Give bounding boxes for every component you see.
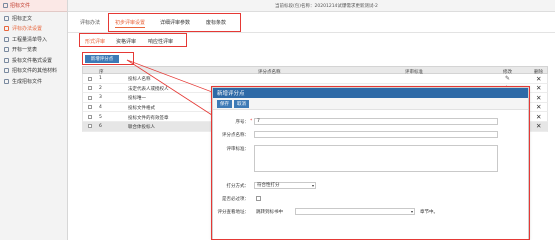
sidebar-item-label: 开标一览表 xyxy=(12,47,38,54)
row-no: 2 xyxy=(99,85,102,91)
required-mark: * xyxy=(250,119,253,124)
generate-icon xyxy=(4,78,9,84)
link-label: 评分查看地址： xyxy=(217,210,250,215)
import-icon xyxy=(4,36,9,42)
sidebar-item-label: 招标正文 xyxy=(12,15,33,22)
sidebar-item-label: 生成招标文件 xyxy=(12,78,43,85)
chapter-select[interactable]: ▾ xyxy=(295,208,415,215)
seq-label: 序号： xyxy=(235,120,250,125)
highlight-box xyxy=(79,33,187,47)
name-label: 评分点名称： xyxy=(222,133,249,138)
row-checkbox[interactable] xyxy=(88,105,92,110)
folder-icon xyxy=(3,3,8,8)
highlight-box xyxy=(82,52,134,65)
review-type-tabs: 形式评审 资格评审 响应性评审 xyxy=(68,33,555,48)
link-suffix-text: 章节中。 xyxy=(420,210,438,215)
close-icon[interactable]: ✕ xyxy=(536,94,541,102)
close-icon[interactable]: ✕ xyxy=(536,122,541,130)
sidebar-item-main-text[interactable]: 招标正文 xyxy=(0,13,67,24)
table-row[interactable]: 1 投标人名称 ✎ ✕ xyxy=(82,74,548,84)
row-checkbox[interactable] xyxy=(88,114,92,119)
pencil-icon[interactable]: ✎ xyxy=(505,75,510,82)
method-select[interactable]: 符合性打分 ▾ xyxy=(254,182,316,189)
required-item-label: 是否必过项： xyxy=(222,197,249,202)
row-name: 法定代表人或授权人 xyxy=(128,86,169,92)
sidebar-header-label: 招标文件 xyxy=(10,3,31,9)
sidebar-header[interactable]: 招标文件 xyxy=(0,0,67,12)
highlight-box xyxy=(108,13,241,32)
row-name: 投标人名称 xyxy=(128,77,151,83)
sidebar-item-label: 评标办法设置 xyxy=(12,26,43,33)
row-checkbox[interactable] xyxy=(88,76,92,81)
dialog-title: 新增评分点 xyxy=(213,88,528,98)
sidebar-item-label: 招标文件的其他材料 xyxy=(12,68,58,75)
seq-input[interactable]: 7 xyxy=(254,118,498,125)
sidebar-item-opening-summary[interactable]: 开标一览表 xyxy=(0,45,67,56)
chevron-down-icon: ▾ xyxy=(311,183,314,188)
row-name: 投标唯一 xyxy=(128,96,146,102)
list-icon xyxy=(4,47,9,53)
name-input[interactable] xyxy=(254,131,498,138)
row-no: 4 xyxy=(99,104,102,110)
evaluation-tabs: 评标办法 初步评审设置 详细评审参数 废标条款 xyxy=(68,12,555,33)
sidebar: 招标文件 招标正文 评标办法设置 工程量清单导入 开标一览表 投标文件格式设置 … xyxy=(0,0,68,240)
evaluation-method-label: 评标办法 xyxy=(80,20,101,26)
standard-label: 评审标准： xyxy=(226,147,250,152)
link-prefix-text: 跳转到标书中 xyxy=(256,210,283,215)
table-header: 序 评分点名称 评审标准 修改 删除 xyxy=(82,66,548,75)
row-name: 联合体投标人 xyxy=(128,125,155,131)
close-icon[interactable]: ✕ xyxy=(536,75,541,83)
save-button[interactable]: 保存 xyxy=(217,99,232,108)
attachment-icon xyxy=(4,68,9,74)
top-info-bar: 当前标段(包)名称：20201214试爆需求更新测试-2 xyxy=(68,0,555,12)
document-icon xyxy=(4,15,9,21)
close-icon[interactable]: ✕ xyxy=(536,113,541,121)
sidebar-item-other-materials[interactable]: 招标文件的其他材料 xyxy=(0,66,67,77)
cancel-button[interactable]: 取消 xyxy=(234,99,249,108)
sidebar-item-generate-file[interactable]: 生成招标文件 xyxy=(0,76,67,87)
section-name-info: 当前标段(包)名称：20201214试爆需求更新测试-2 xyxy=(275,4,378,9)
format-icon xyxy=(4,57,9,63)
method-label: 打分方式： xyxy=(226,184,250,189)
add-scoring-point-dialog: 新增评分点 保存 取消 序号： * 7 评分点名称： 评审标准： 打分方式： 符… xyxy=(212,87,529,240)
close-icon[interactable]: ✕ xyxy=(536,103,541,111)
sidebar-item-label: 工程量清单导入 xyxy=(12,36,48,43)
row-no: 3 xyxy=(99,95,102,101)
sidebar-item-format-settings[interactable]: 投标文件格式设置 xyxy=(0,55,67,66)
dialog-toolbar: 保存 取消 xyxy=(213,98,528,110)
row-no: 1 xyxy=(99,76,102,82)
row-checkbox[interactable] xyxy=(88,86,92,91)
settings-icon xyxy=(4,26,9,32)
standard-textarea[interactable] xyxy=(254,145,498,172)
row-checkbox[interactable] xyxy=(88,124,92,129)
required-item-checkbox[interactable] xyxy=(256,196,261,201)
sidebar-item-bill-import[interactable]: 工程量清单导入 xyxy=(0,34,67,45)
row-name: 投标文件的有效签章 xyxy=(128,115,169,121)
row-no: 5 xyxy=(99,114,102,120)
row-no: 6 xyxy=(99,124,102,130)
row-checkbox[interactable] xyxy=(88,95,92,100)
close-icon[interactable]: ✕ xyxy=(536,84,541,92)
chevron-down-icon: ▾ xyxy=(410,209,413,214)
row-name: 投标文件格式 xyxy=(128,105,155,111)
method-select-value: 符合性打分 xyxy=(257,183,280,188)
sidebar-item-label: 投标文件格式设置 xyxy=(12,57,53,64)
sidebar-item-evaluation-method[interactable]: 评标办法设置 xyxy=(0,24,67,35)
